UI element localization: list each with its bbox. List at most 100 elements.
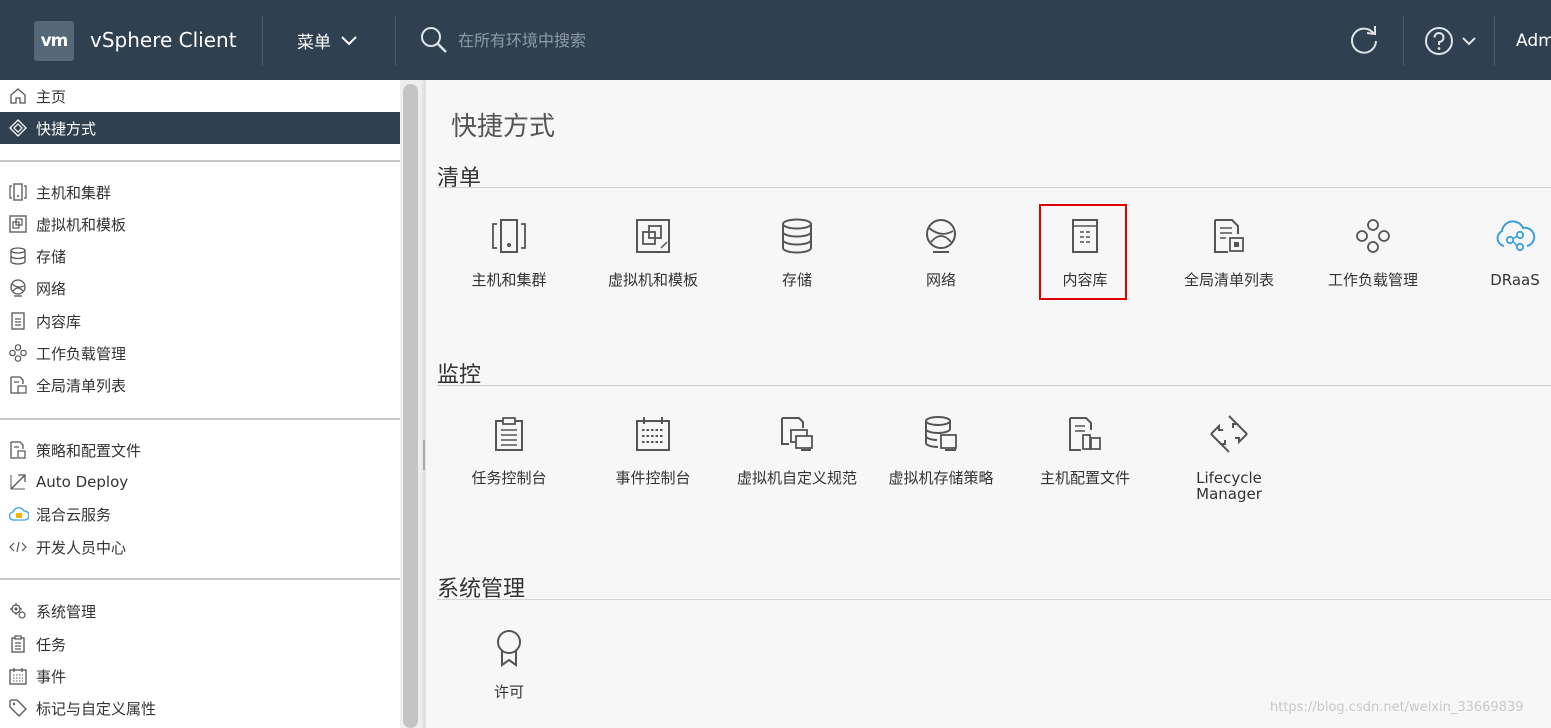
sidebar-item-auto-deploy[interactable]: Auto Deploy (0, 466, 400, 498)
shortcuts-icon (9, 118, 31, 138)
page-title: 快捷方式 (451, 112, 556, 142)
sidebar-item-tags[interactable]: 标记与自定义属性 (0, 692, 400, 724)
shortcut-global-inventory[interactable]: 全局清单列表 (1157, 214, 1301, 288)
vm-customization-icon (725, 412, 869, 456)
workload-management-icon (9, 343, 31, 363)
sidebar-item-label: 主机和集群 (36, 183, 112, 202)
draas-icon (1443, 214, 1551, 258)
shortcut-label: 虚拟机和模板 (607, 271, 698, 289)
developer-center-icon (9, 537, 31, 557)
sidebar-navigation: 主页 快捷方式 主机和集群 虚拟机和模板 存储 网络 内容库 工作负载管理 全局… (0, 80, 400, 728)
sidebar-item-label: 全局清单列表 (36, 376, 127, 395)
shortcut-vms-templates[interactable]: 虚拟机和模板 (581, 214, 725, 288)
lifecycle-manager-icon (1157, 412, 1301, 456)
sidebar-item-developer-center[interactable]: 开发人员中心 (0, 531, 400, 563)
shortcut-host-profiles[interactable]: 主机配置文件 (1013, 412, 1157, 486)
top-header: vm vSphere Client 菜单 Adm (0, 0, 1551, 80)
tag-icon (9, 698, 31, 718)
sidebar-item-tasks[interactable]: 任务 (0, 628, 400, 660)
hosts-clusters-icon (437, 214, 581, 258)
shortcut-label: 虚拟机自定义规范 (736, 469, 857, 487)
sidebar-item-label: 混合云服务 (36, 505, 112, 524)
event-console-icon (581, 412, 725, 456)
highlight-annotation-box (1039, 204, 1127, 300)
storage-icon (725, 214, 869, 258)
shortcut-label: 全局清单列表 (1183, 271, 1274, 289)
shortcut-label: Lifecycle Manager (1196, 469, 1262, 503)
shortcut-label: 许可 (493, 683, 524, 701)
refresh-button[interactable] (1349, 24, 1379, 56)
shortcut-hosts-clusters[interactable]: 主机和集群 (437, 214, 581, 288)
app-title[interactable]: vSphere Client (90, 28, 237, 52)
workload-management-icon (1301, 214, 1445, 258)
host-profiles-icon (1013, 412, 1157, 456)
sidebar-item-label: 虚拟机和模板 (36, 215, 127, 234)
header-separator (1403, 16, 1404, 66)
shortcut-network[interactable]: 网络 (869, 214, 1013, 288)
sidebar-item-label: 系统管理 (36, 602, 97, 621)
splitter-grip-icon (423, 440, 425, 470)
shortcut-licensing[interactable]: 许可 (437, 626, 581, 700)
header-separator (1494, 16, 1495, 66)
sidebar-item-events[interactable]: 事件 (0, 660, 400, 692)
shortcut-task-console[interactable]: 任务控制台 (437, 412, 581, 486)
header-separator (395, 16, 396, 66)
chevron-down-icon (341, 35, 357, 46)
header-separator (262, 16, 263, 66)
network-icon (9, 278, 31, 298)
network-icon (869, 214, 1013, 258)
sidebar-item-workload-management[interactable]: 工作负载管理 (0, 337, 400, 369)
shortcut-lifecycle-manager[interactable]: Lifecycle Manager (1157, 412, 1301, 502)
sidebar-item-network[interactable]: 网络 (0, 272, 400, 304)
main-content: 快捷方式 清单 主机和集群 虚拟机和模板 存储 网络 内容库 全局清单列表 工作… (426, 80, 1551, 728)
sidebar-item-content-library[interactable]: 内容库 (0, 305, 400, 337)
sidebar-item-home[interactable]: 主页 (0, 80, 400, 112)
task-console-icon (437, 412, 581, 456)
shortcut-event-console[interactable]: 事件控制台 (581, 412, 725, 486)
section-rule (437, 385, 1551, 386)
chevron-down-icon (1462, 36, 1476, 46)
auto-deploy-icon (9, 472, 31, 492)
sidebar-item-global-inventory[interactable]: 全局清单列表 (0, 369, 400, 401)
watermark-text: https://blog.csdn.net/weixin_33669839 (1270, 700, 1524, 715)
refresh-icon (1349, 24, 1379, 56)
shortcut-vm-customization-specs[interactable]: 虚拟机自定义规范 (725, 412, 869, 486)
shortcut-label: 存储 (781, 271, 812, 289)
shortcut-workload-management[interactable]: 工作负载管理 (1301, 214, 1445, 288)
sidebar-item-label: Auto Deploy (36, 473, 129, 491)
shortcut-storage[interactable]: 存储 (725, 214, 869, 288)
sidebar-item-hybrid-cloud[interactable]: 混合云服务 (0, 498, 400, 530)
sidebar-item-label: 策略和配置文件 (36, 441, 142, 460)
shortcut-label: 网络 (925, 271, 956, 289)
shortcut-label: 主机和集群 (471, 271, 547, 289)
sidebar-item-hosts-clusters[interactable]: 主机和集群 (0, 176, 400, 208)
sidebar-item-vms-templates[interactable]: 虚拟机和模板 (0, 208, 400, 240)
sidebar-item-label: 主页 (36, 87, 67, 106)
search-icon (420, 26, 448, 54)
sidebar-divider (0, 578, 400, 580)
sidebar-scrollbar-thumb[interactable] (403, 84, 418, 728)
sidebar-divider (0, 418, 400, 420)
shortcut-label: DRaaS (1490, 271, 1540, 289)
sidebar-item-label: 任务 (36, 635, 67, 654)
content-library-icon (9, 311, 31, 331)
administration-icon (9, 601, 31, 621)
sidebar-item-administration[interactable]: 系统管理 (0, 595, 400, 627)
home-icon (9, 86, 31, 106)
shortcut-draas[interactable]: DRaaS (1443, 214, 1551, 288)
shortcut-label: 主机配置文件 (1039, 469, 1130, 487)
hybrid-cloud-icon (9, 504, 31, 524)
sidebar-item-label: 快捷方式 (36, 119, 97, 138)
vmware-logo[interactable]: vm (34, 21, 74, 61)
search-input[interactable] (458, 30, 858, 50)
sidebar-item-label: 工作负载管理 (36, 344, 127, 363)
sidebar-item-label: 开发人员中心 (36, 538, 127, 557)
sidebar-item-policies-profiles[interactable]: 策略和配置文件 (0, 434, 400, 466)
sidebar-item-shortcuts[interactable]: 快捷方式 (0, 112, 400, 144)
user-menu[interactable]: Adm (1516, 31, 1551, 51)
help-menu-button[interactable] (1424, 26, 1476, 56)
sidebar-item-label: 事件 (36, 667, 67, 686)
menu-dropdown-button[interactable]: 菜单 (297, 28, 357, 53)
sidebar-item-storage[interactable]: 存储 (0, 240, 400, 272)
shortcut-vm-storage-policies[interactable]: 虚拟机存储策略 (869, 412, 1013, 486)
